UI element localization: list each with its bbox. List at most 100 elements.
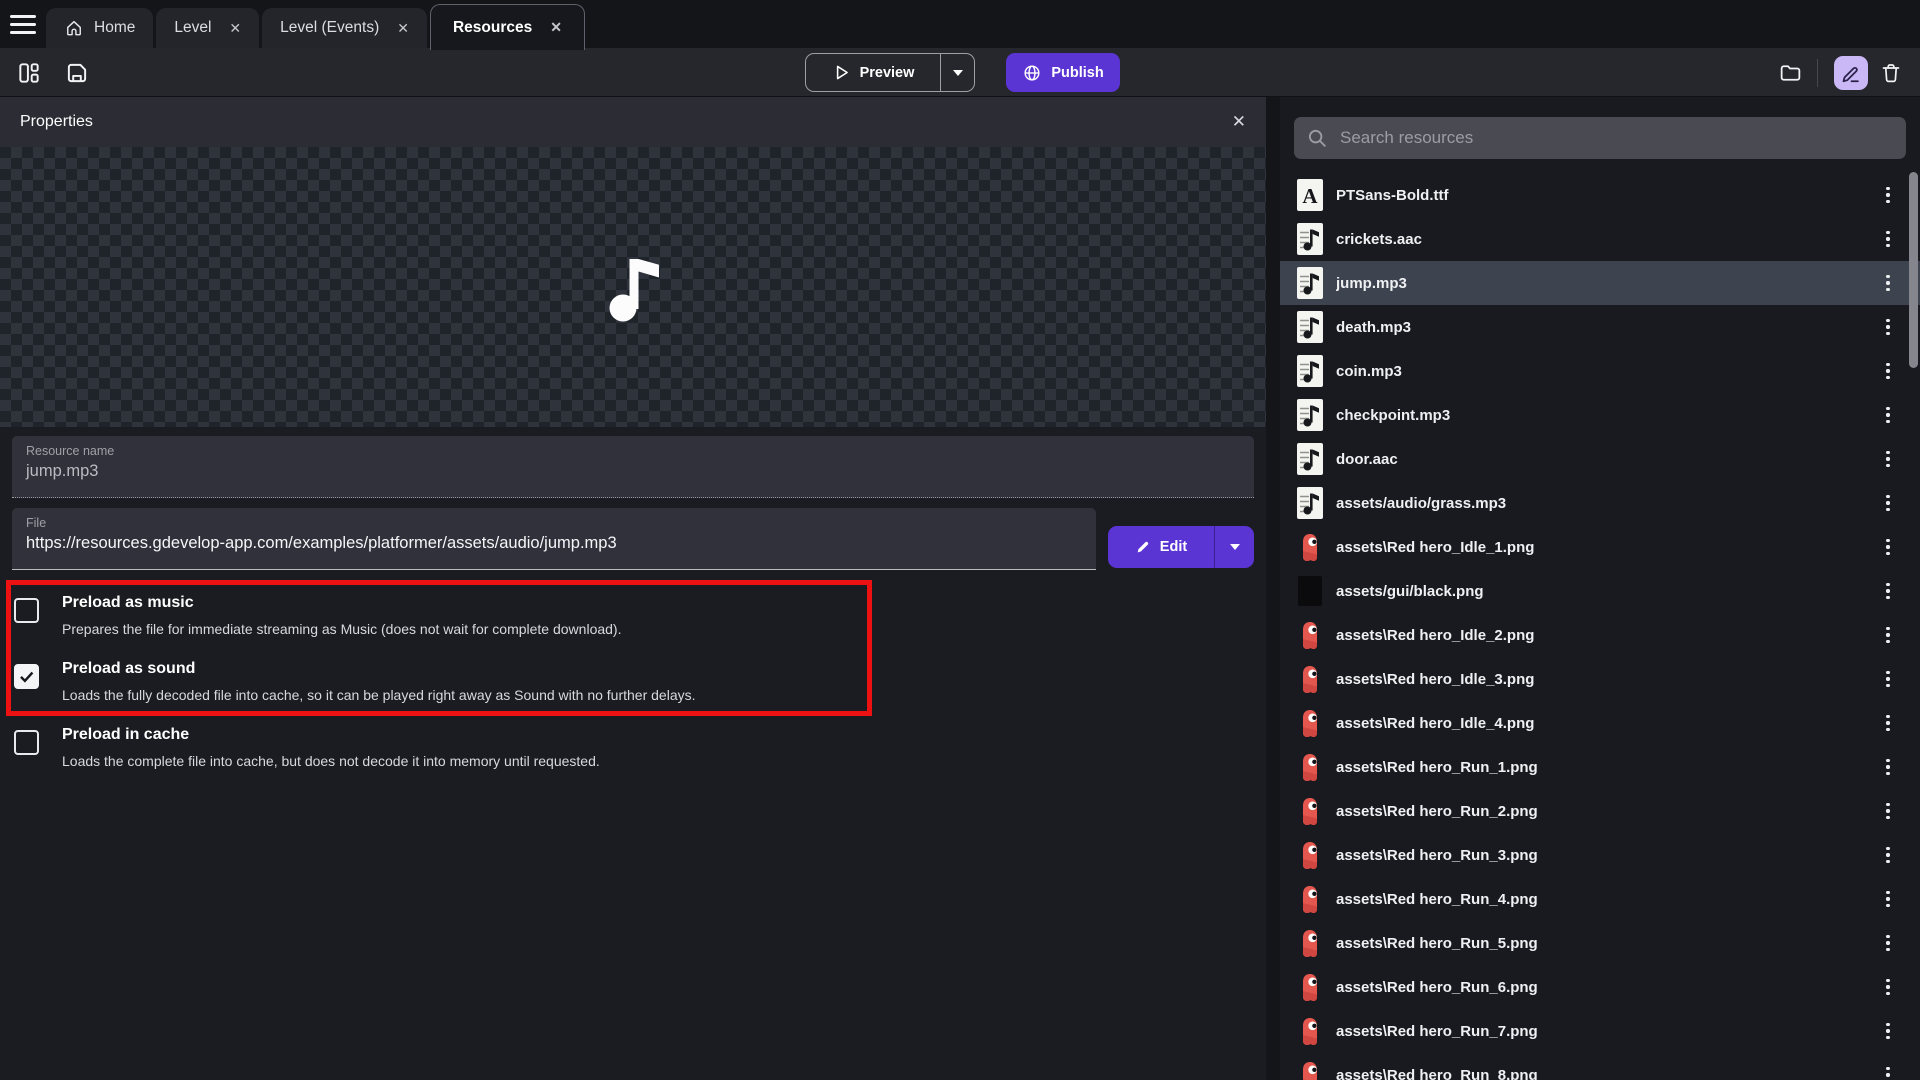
resource-list-item[interactable]: assets\Red hero_Run_8.png: [1280, 1053, 1920, 1080]
checkbox[interactable]: [14, 664, 39, 689]
edit-button[interactable]: Edit: [1108, 526, 1214, 568]
resource-list-item[interactable]: door.aac: [1280, 437, 1920, 481]
kebab-menu-icon[interactable]: [1878, 797, 1898, 825]
scrollbar-thumb[interactable]: [1909, 172, 1918, 368]
kebab-menu-icon[interactable]: [1878, 1017, 1898, 1045]
resource-list-item[interactable]: assets\Red hero_Run_3.png: [1280, 833, 1920, 877]
publish-button[interactable]: Publish: [1006, 53, 1120, 92]
preload-option-title: Preload as sound: [62, 658, 1254, 680]
tab-resources[interactable]: Resources ✕: [430, 4, 585, 50]
resource-name: assets\Red hero_Idle_3.png: [1336, 671, 1534, 688]
kebab-menu-icon[interactable]: [1878, 621, 1898, 649]
kebab-menu-icon[interactable]: [1878, 357, 1898, 385]
preview-button[interactable]: Preview: [806, 54, 940, 91]
image-file-icon: [1296, 750, 1324, 784]
edit-dropdown-caret-icon[interactable]: [1214, 526, 1254, 568]
resource-list-item[interactable]: assets\Red hero_Run_6.png: [1280, 965, 1920, 1009]
resource-name: assets\Red hero_Run_4.png: [1336, 891, 1538, 908]
preload-option-title: Preload in cache: [62, 724, 1254, 746]
audio-file-icon: [1296, 486, 1324, 520]
kebab-menu-icon[interactable]: [1878, 665, 1898, 693]
kebab-menu-icon[interactable]: [1878, 401, 1898, 429]
resource-list-item[interactable]: assets\Red hero_Run_7.png: [1280, 1009, 1920, 1053]
save-icon[interactable]: [58, 54, 96, 92]
resource-name: assets/audio/grass.mp3: [1336, 495, 1506, 512]
tab-level-events-[interactable]: Level (Events) ✕: [262, 8, 427, 48]
resource-name: death.mp3: [1336, 319, 1411, 336]
kebab-menu-icon[interactable]: [1878, 1061, 1898, 1080]
resource-list: A PTSans-Bold.ttf crickets.aac jump.mp3 …: [1280, 173, 1920, 1080]
resource-list-item[interactable]: jump.mp3: [1280, 261, 1920, 305]
kebab-menu-icon[interactable]: [1878, 181, 1898, 209]
resource-list-item[interactable]: coin.mp3: [1280, 349, 1920, 393]
panels-layout-icon[interactable]: [10, 54, 48, 92]
preload-option-description: Prepares the file for immediate streamin…: [62, 620, 1254, 638]
tab-label: Home: [94, 19, 135, 37]
kebab-menu-icon[interactable]: [1878, 445, 1898, 473]
kebab-menu-icon[interactable]: [1878, 313, 1898, 341]
preview-dropdown-caret-icon[interactable]: [940, 54, 974, 91]
resource-list-item[interactable]: assets/gui/black.png: [1280, 569, 1920, 613]
resources-sidebar: A PTSans-Bold.ttf crickets.aac jump.mp3 …: [1280, 97, 1920, 1080]
kebab-menu-icon[interactable]: [1878, 841, 1898, 869]
black-image-icon: [1296, 574, 1324, 608]
resource-list-item[interactable]: checkpoint.mp3: [1280, 393, 1920, 437]
tab-strip: Home Level ✕ Level (Events) ✕ Resources …: [46, 0, 585, 48]
image-file-icon: [1296, 706, 1324, 740]
resource-name: PTSans-Bold.ttf: [1336, 187, 1449, 204]
search-input[interactable]: [1340, 128, 1894, 148]
resource-list-item[interactable]: assets\Red hero_Idle_3.png: [1280, 657, 1920, 701]
resource-name: assets\Red hero_Run_3.png: [1336, 847, 1538, 864]
resource-list-item[interactable]: assets\Red hero_Idle_1.png: [1280, 525, 1920, 569]
tab-level[interactable]: Level ✕: [156, 8, 259, 48]
tab-label: Level (Events): [280, 19, 379, 37]
toolbar: Preview Publish: [0, 48, 1920, 97]
audio-file-icon: [1296, 354, 1324, 388]
hamburger-menu-icon[interactable]: [0, 0, 46, 48]
kebab-menu-icon[interactable]: [1878, 709, 1898, 737]
kebab-menu-icon[interactable]: [1878, 577, 1898, 605]
resource-list-item[interactable]: assets\Red hero_Run_1.png: [1280, 745, 1920, 789]
resource-list-item[interactable]: assets\Red hero_Run_4.png: [1280, 877, 1920, 921]
resource-list-item[interactable]: crickets.aac: [1280, 217, 1920, 261]
resource-list-item[interactable]: assets\Red hero_Idle_4.png: [1280, 701, 1920, 745]
play-icon: [832, 63, 851, 82]
resource-list-item[interactable]: assets\Red hero_Run_2.png: [1280, 789, 1920, 833]
resource-list-item[interactable]: death.mp3: [1280, 305, 1920, 349]
tab-home[interactable]: Home: [46, 8, 153, 48]
image-file-icon: [1296, 1014, 1324, 1048]
file-field[interactable]: File https://resources.gdevelop-app.com/…: [12, 508, 1096, 570]
resource-name: assets\Red hero_Idle_1.png: [1336, 539, 1534, 556]
resource-list-item[interactable]: assets/audio/grass.mp3: [1280, 481, 1920, 525]
kebab-menu-icon[interactable]: [1878, 929, 1898, 957]
resource-list-item[interactable]: assets\Red hero_Run_5.png: [1280, 921, 1920, 965]
edit-mode-pencil-icon[interactable]: [1834, 56, 1868, 90]
folder-icon[interactable]: [1773, 56, 1807, 90]
image-file-icon: [1296, 1058, 1324, 1080]
kebab-menu-icon[interactable]: [1878, 225, 1898, 253]
checkbox[interactable]: [14, 598, 39, 623]
resource-name-field[interactable]: Resource name jump.mp3: [12, 436, 1254, 498]
kebab-menu-icon[interactable]: [1878, 973, 1898, 1001]
checkbox[interactable]: [14, 730, 39, 755]
main-content: Properties ✕ Resource name jump.mp3 File: [0, 97, 1920, 1080]
image-file-icon: [1296, 970, 1324, 1004]
tab-close-icon[interactable]: ✕: [397, 20, 409, 37]
kebab-menu-icon[interactable]: [1878, 753, 1898, 781]
tab-close-icon[interactable]: ✕: [229, 20, 241, 37]
audio-file-icon: [1296, 310, 1324, 344]
tab-close-icon[interactable]: ✕: [550, 19, 562, 36]
kebab-menu-icon[interactable]: [1878, 489, 1898, 517]
resource-list-item[interactable]: A PTSans-Bold.ttf: [1280, 173, 1920, 217]
properties-close-icon[interactable]: ✕: [1232, 112, 1246, 132]
resource-name: crickets.aac: [1336, 231, 1422, 248]
kebab-menu-icon[interactable]: [1878, 885, 1898, 913]
kebab-menu-icon[interactable]: [1878, 533, 1898, 561]
resource-name: checkpoint.mp3: [1336, 407, 1450, 424]
edit-split-button: Edit: [1108, 526, 1254, 568]
resource-name: assets\Red hero_Idle_4.png: [1336, 715, 1534, 732]
resource-preview-checkerboard: [0, 147, 1266, 427]
resource-list-item[interactable]: assets\Red hero_Idle_2.png: [1280, 613, 1920, 657]
kebab-menu-icon[interactable]: [1878, 269, 1898, 297]
trash-icon[interactable]: [1874, 56, 1908, 90]
